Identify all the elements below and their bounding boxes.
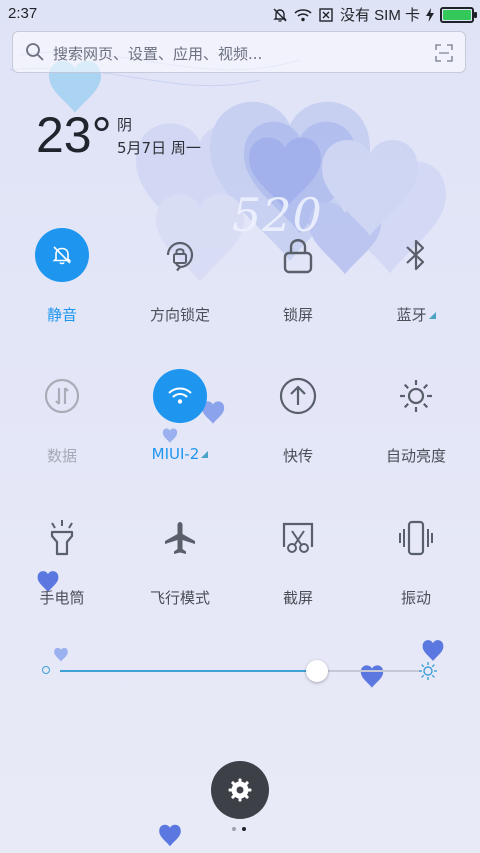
brightness-high-icon [419, 662, 437, 680]
toggle-bluetooth[interactable]: 蓝牙 [361, 228, 471, 338]
lock-icon [283, 239, 313, 274]
brightness-slider[interactable] [40, 656, 440, 686]
toggle-label: 锁屏 [282, 306, 313, 324]
page-indicator [232, 827, 246, 831]
mute-bell-icon [273, 8, 287, 22]
gear-icon [228, 778, 252, 802]
wifi-network-label: MIUI-2 [151, 445, 200, 463]
bluetooth-icon [406, 239, 425, 271]
airplane-icon [165, 522, 195, 554]
toggle-wifi[interactable]: MIUI-2 [125, 369, 235, 479]
toggle-label: 自动亮度 [385, 447, 446, 465]
expand-indicator-icon [201, 451, 209, 458]
mobile-data-icon [44, 378, 80, 414]
toggle-transfer[interactable]: 快传 [243, 369, 353, 479]
upload-transfer-icon [279, 377, 317, 415]
toggle-label: 截屏 [282, 589, 313, 607]
toggle-label: 手电筒 [39, 589, 85, 607]
vibrate-phone-icon [399, 520, 433, 556]
settings-button[interactable] [211, 761, 269, 819]
rotation-lock-icon [166, 241, 194, 272]
sim-x-icon [319, 7, 333, 22]
auto-brightness-circle[interactable] [389, 369, 443, 423]
weather-temperature: 23° [36, 107, 112, 163]
screenshot-scissors-icon [282, 522, 314, 553]
toggle-label: MIUI-2 [125, 445, 235, 463]
search-icon [26, 43, 44, 61]
screenshot-circle[interactable] [271, 511, 325, 565]
expand-indicator-icon [428, 312, 436, 319]
toggle-mute[interactable]: 静音 [7, 228, 117, 338]
search-bar[interactable]: 搜索网页、设置、应用、视频... [12, 31, 466, 73]
vibrate-circle[interactable] [389, 511, 443, 565]
toggle-label: 蓝牙 [361, 304, 471, 325]
transfer-circle[interactable] [271, 369, 325, 423]
toggle-airplane[interactable]: 飞行模式 [125, 511, 235, 621]
status-bar: 2:37 没有 SIM 卡 [0, 0, 480, 28]
mute-bell-icon [52, 246, 72, 265]
mute-toggle-circle[interactable] [35, 228, 89, 282]
toggle-label: 静音 [46, 306, 77, 324]
toggle-lock-screen[interactable]: 锁屏 [243, 228, 353, 338]
toggle-data[interactable]: 数据 [7, 369, 117, 479]
bluetooth-circle[interactable] [389, 228, 443, 282]
brightness-track-filled [60, 670, 317, 672]
sun-icon [400, 380, 432, 412]
toggle-label: 振动 [400, 589, 431, 607]
rotation-lock-circle[interactable] [153, 228, 207, 282]
data-circle[interactable] [35, 369, 89, 423]
page-dot [232, 827, 236, 831]
airplane-circle[interactable] [153, 511, 207, 565]
toggle-rotation-lock[interactable]: 方向锁定 [125, 228, 235, 338]
wifi-icon [168, 387, 192, 404]
toggle-label: 飞行模式 [149, 589, 210, 607]
brightness-low-icon [42, 666, 50, 674]
wifi-icon [294, 8, 312, 21]
search-input[interactable]: 搜索网页、设置、应用、视频... [53, 43, 262, 64]
lock-screen-circle[interactable] [271, 228, 325, 282]
bluetooth-label: 蓝牙 [396, 306, 427, 324]
flashlight-circle[interactable] [35, 511, 89, 565]
scan-icon[interactable] [435, 44, 453, 62]
toggle-auto-brightness[interactable]: 自动亮度 [361, 369, 471, 479]
charging-icon [426, 7, 434, 22]
wifi-circle[interactable] [153, 369, 207, 423]
flashlight-icon [50, 520, 74, 556]
weather-date: 5月7日 周一 [117, 139, 201, 157]
weather-condition: 阴 [117, 116, 133, 134]
toggle-label: 数据 [46, 447, 77, 465]
page-dot-active [242, 827, 246, 831]
status-time: 2:37 [8, 5, 38, 22]
toggle-vibrate[interactable]: 振动 [361, 511, 471, 621]
carrier-text: 没有 SIM 卡 [339, 7, 420, 24]
toggle-label: 方向锁定 [149, 306, 210, 324]
brightness-track-empty [317, 670, 420, 672]
toggle-label: 快传 [282, 447, 313, 465]
battery-icon [440, 6, 477, 23]
brightness-thumb[interactable] [306, 660, 328, 682]
toggle-screenshot[interactable]: 截屏 [243, 511, 353, 621]
toggle-flashlight[interactable]: 手电筒 [7, 511, 117, 621]
